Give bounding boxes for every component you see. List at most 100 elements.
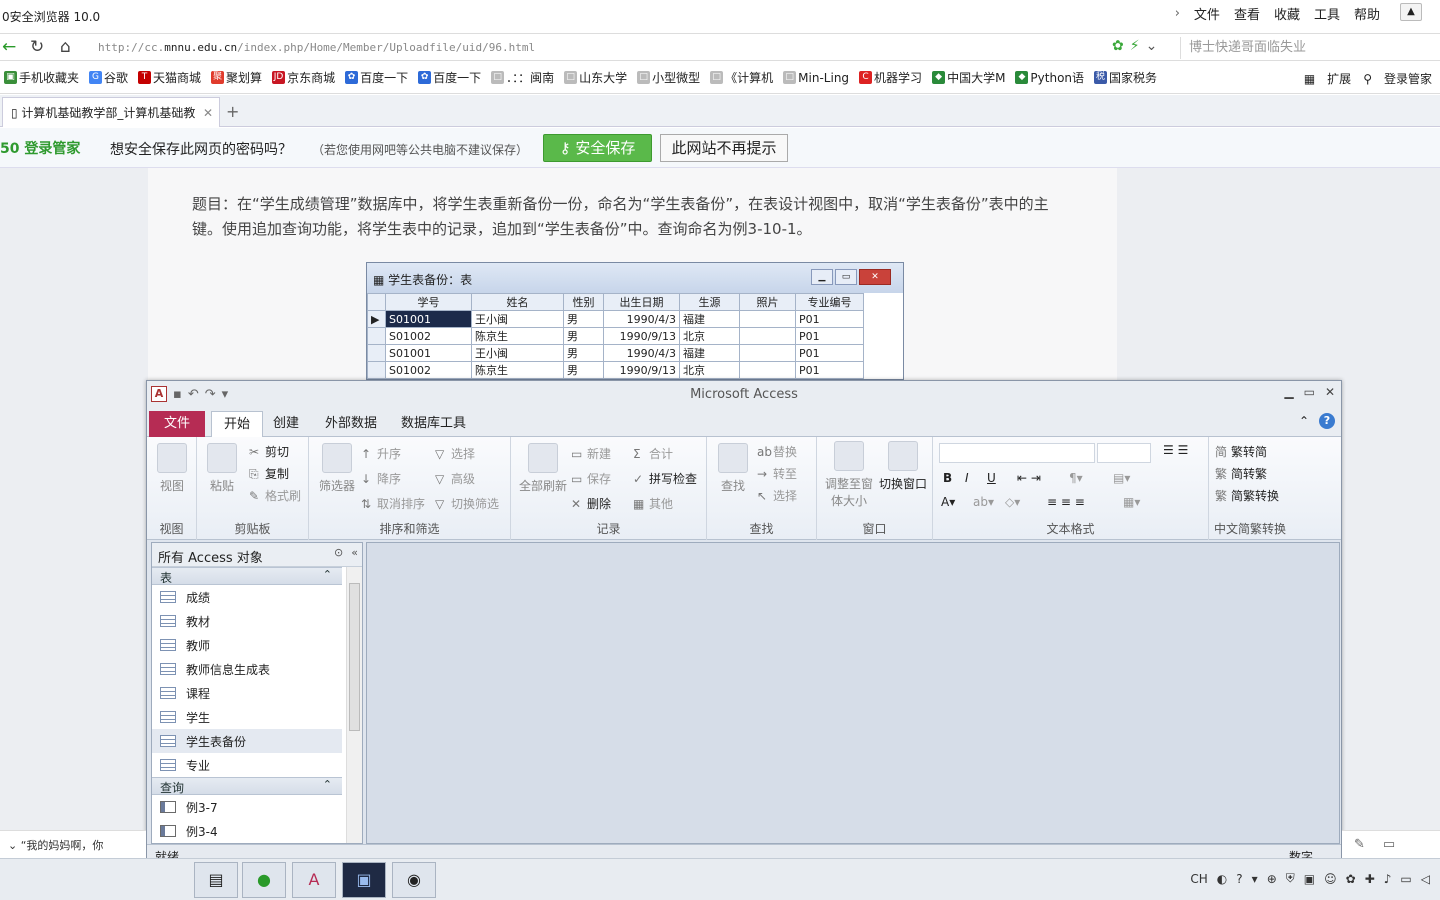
explorer-taskbar-icon[interactable]: ▤ <box>194 862 238 898</box>
monitor-icon[interactable]: ▭ <box>1400 872 1411 886</box>
menu-file[interactable]: 文件 <box>1194 4 1220 23</box>
save-icon[interactable]: ▪ <box>173 387 182 402</box>
tab-external-data[interactable]: 外部数据 <box>313 411 389 437</box>
italic-icon[interactable]: I <box>965 471 969 485</box>
nav-table-item[interactable]: 成绩 <box>152 585 342 609</box>
view-button[interactable]: 视图 <box>155 443 189 494</box>
video-player-taskbar-icon[interactable]: ▣ <box>342 862 386 898</box>
never-prompt-button[interactable]: 此网站不再提示 <box>660 134 788 162</box>
refresh-all-button[interactable]: 全部刷新 <box>515 443 571 494</box>
bold-icon[interactable]: B <box>943 471 952 485</box>
bookmark-item[interactable]: ◆ Python语 <box>1015 69 1084 86</box>
ime-icon[interactable]: ◐ <box>1217 872 1227 886</box>
shutter-bar-icon[interactable]: « <box>351 546 358 559</box>
simp-to-trad-button[interactable]: 繁简转繁 <box>1215 465 1267 482</box>
update-icon[interactable]: ✚ <box>1365 872 1375 886</box>
list-icon[interactable]: ☰ ☰ <box>1163 443 1188 457</box>
tray-expand-icon[interactable]: ▾ <box>1252 872 1258 886</box>
browser-tab[interactable]: ▯ 计算机基础教学部_计算机基础教 ✕ <box>2 97 220 127</box>
advanced-button[interactable]: ▽ 高级 <box>435 470 475 487</box>
minimize-icon[interactable]: ▁ <box>1284 385 1293 399</box>
shield-icon[interactable]: ⛨ <box>1286 871 1295 886</box>
new-tab-icon[interactable]: + <box>226 102 239 121</box>
trad-to-simp-button[interactable]: 简繁转简 <box>1215 443 1267 460</box>
tab-create[interactable]: 创建 <box>261 411 311 437</box>
totals-button[interactable]: Σ 合计 <box>633 445 673 462</box>
goto-button[interactable]: → 转至 <box>757 465 797 482</box>
customize-qat-icon[interactable]: ▾ <box>222 387 229 402</box>
input-language[interactable]: CH <box>1190 872 1207 886</box>
user-icon[interactable]: ☺ <box>1324 872 1337 886</box>
redo-icon[interactable]: ↷ <box>205 387 216 402</box>
selection-button[interactable]: ▽ 选择 <box>435 445 475 462</box>
nav-section-header[interactable]: 表 ⌃ <box>152 567 342 585</box>
fill-color-icon[interactable]: ◇▾ <box>1005 495 1020 509</box>
bookmark-item[interactable]: ◆ 中国大学M <box>932 69 1005 86</box>
tab-home[interactable]: 开始 <box>211 411 264 437</box>
sort-desc-button[interactable]: ↓ 降序 <box>361 470 401 487</box>
bookmark-item[interactable]: □ 山东大学 <box>564 69 627 86</box>
toggle-filter-button[interactable]: ▽ 切换筛选 <box>435 495 499 512</box>
shirt-skin-icon[interactable]: ▲ <box>1400 3 1422 21</box>
nav-scrollbar[interactable] <box>346 567 362 843</box>
close-tab-icon[interactable]: ✕ <box>203 106 213 120</box>
nav-table-item[interactable]: 教师 <box>152 633 342 657</box>
volume-icon[interactable]: ♪ <box>1384 872 1392 886</box>
menu-favorites[interactable]: 收藏 <box>1274 4 1300 23</box>
undo-icon[interactable]: ↶ <box>188 387 199 402</box>
nav-table-item[interactable]: 教材 <box>152 609 342 633</box>
font-color-icon[interactable]: A▾ <box>941 495 955 509</box>
close-icon[interactable]: ✕ <box>1325 385 1335 399</box>
select-button[interactable]: ↖ 选择 <box>757 487 797 504</box>
sort-asc-button[interactable]: ↑ 升序 <box>361 445 401 462</box>
cut-button[interactable]: ✂ 剪切 <box>249 443 289 460</box>
gridlines-icon[interactable]: ▤▾ <box>1113 471 1130 485</box>
menu-tools[interactable]: 工具 <box>1314 4 1340 23</box>
access-taskbar-icon[interactable]: A <box>292 862 336 898</box>
home-icon[interactable]: ⌂ <box>60 37 71 57</box>
save-password-button[interactable]: ⚷ 安全保存 <box>543 134 652 162</box>
bookmark-item[interactable]: □ 小型微型 <box>637 69 700 86</box>
spelling-button[interactable]: ✓ 拼写检查 <box>633 470 697 487</box>
more-button[interactable]: ▦ 其他 <box>633 495 673 512</box>
bookmark-item[interactable]: ✿ 百度一下 <box>418 69 481 86</box>
search-input[interactable]: 博士快递哥面临失业 <box>1180 37 1438 59</box>
find-button[interactable]: 查找 <box>713 443 753 494</box>
menu-help[interactable]: 帮助 <box>1354 4 1380 23</box>
fit-to-form-button[interactable]: 调整至窗体大小 <box>821 441 877 509</box>
page-bottom-news[interactable]: ⌄ “我的妈妈啊，你 <box>0 830 146 858</box>
bookmark-item[interactable]: ▣ 手机收藏夹 <box>4 69 79 86</box>
underline-icon[interactable]: U <box>987 471 996 485</box>
scroll-thumb[interactable] <box>349 583 360 731</box>
url-input[interactable]: http://cc.mnnu.edu.cn/index.php/Home/Mem… <box>90 37 1154 59</box>
align-icon[interactable]: ≡ ≡ ≡ <box>1047 495 1085 509</box>
nav-table-item[interactable]: 学生 <box>152 705 342 729</box>
chevron-right-icon[interactable]: › <box>1175 6 1180 21</box>
login-manager-icon[interactable]: ⚲ <box>1363 72 1372 86</box>
bookmark-item[interactable]: □ 《计算机 <box>710 69 773 86</box>
nav-table-item[interactable]: 课程 <box>152 681 342 705</box>
bookmark-item[interactable]: □ Min-Ling <box>783 71 849 85</box>
nav-pane-header[interactable]: 所有 Access 对象 ⊙ « <box>152 543 362 567</box>
nav-table-item[interactable]: 教师信息生成表 <box>152 657 342 681</box>
window-icon[interactable]: ▭ <box>1383 837 1395 852</box>
delete-record-button[interactable]: ✕ 删除 <box>571 495 611 512</box>
bookmark-item[interactable]: 税国家税务 <box>1094 69 1157 86</box>
tab-file[interactable]: 文件 <box>149 411 205 437</box>
format-painter-button[interactable]: ✎ 格式刷 <box>249 487 301 504</box>
nav-query-item[interactable]: 例3-7 <box>152 795 342 819</box>
chevron-down-icon[interactable]: ⌄ <box>1146 38 1158 54</box>
bookmark-item[interactable]: JD 京东商城 <box>272 69 335 86</box>
restore-icon[interactable]: ▭ <box>1304 385 1315 399</box>
font-size-select[interactable] <box>1097 443 1151 463</box>
copy-button[interactable]: ⎘ 复制 <box>249 465 289 482</box>
bookmark-item[interactable]: C 机器学习 <box>859 69 922 86</box>
back-icon[interactable]: ← <box>2 37 16 57</box>
extensions-icon[interactable]: ▦ <box>1304 72 1315 86</box>
tab-database-tools[interactable]: 数据库工具 <box>389 411 478 437</box>
paste-button[interactable]: 粘贴 <box>205 443 239 494</box>
recorder-taskbar-icon[interactable]: ◉ <box>392 862 436 898</box>
security-shield-icon[interactable]: ✿ <box>1112 38 1124 54</box>
login-manager-label[interactable]: 登录管家 <box>1384 70 1432 87</box>
nav-table-item[interactable]: 专业 <box>152 753 342 777</box>
